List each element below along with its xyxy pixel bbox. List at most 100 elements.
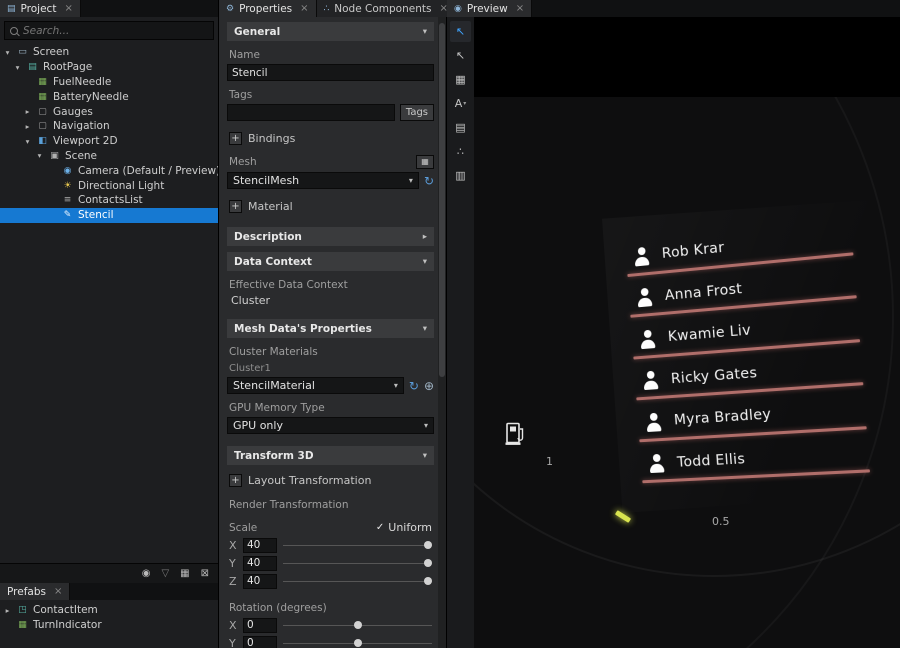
mesh-field[interactable]: StencilMesh ▾ bbox=[227, 172, 419, 189]
tree-item-viewport2d[interactable]: ▾ ◧ Viewport 2D bbox=[0, 134, 218, 149]
chevron-down-icon: ▾ bbox=[423, 257, 427, 267]
name-field[interactable] bbox=[227, 64, 434, 81]
text-tool-icon[interactable]: A▾ bbox=[450, 93, 471, 114]
section-transform-header[interactable]: Transform 3D ▾ bbox=[227, 446, 434, 465]
table-tool-icon[interactable]: ▦ bbox=[450, 69, 471, 90]
tree-item-directional-light[interactable]: ☀ Directional Light bbox=[0, 178, 218, 193]
section-description-header[interactable]: Description ▸ bbox=[227, 227, 434, 246]
slider-thumb[interactable] bbox=[424, 577, 432, 585]
material-reset-icon[interactable]: ↻ bbox=[409, 379, 419, 393]
prefab-item-contactitem[interactable]: ▸ ◳ ContactItem bbox=[0, 603, 218, 618]
table-glyph: ▦ bbox=[455, 73, 465, 86]
search-icon bbox=[10, 27, 18, 35]
section-mesh-data-header[interactable]: Mesh Data's Properties ▾ bbox=[227, 319, 434, 338]
add-binding-button[interactable]: + bbox=[229, 132, 242, 145]
close-icon[interactable]: × bbox=[64, 3, 72, 14]
close-icon[interactable]: × bbox=[54, 586, 62, 597]
scale-x-slider[interactable] bbox=[283, 539, 432, 552]
tree-item-label: Scene bbox=[65, 150, 97, 162]
rotation-y-slider[interactable] bbox=[283, 637, 432, 648]
contact-name: Anna Frost bbox=[664, 281, 742, 304]
gpu-memory-type-label: GPU Memory Type bbox=[229, 402, 432, 414]
tags-button[interactable]: Tags bbox=[400, 104, 434, 121]
uniform-checkbox[interactable]: ✓ Uniform bbox=[376, 521, 432, 534]
tree-item-label: Stencil bbox=[78, 209, 114, 221]
properties-scrollbar[interactable] bbox=[438, 17, 446, 648]
expand-arrow-icon[interactable]: ▾ bbox=[3, 48, 12, 57]
fuel-pump-icon bbox=[504, 421, 526, 449]
tree-item-batteryneedle[interactable]: ▦ BatteryNeedle bbox=[0, 89, 218, 104]
layers-tool-icon[interactable]: ▤ bbox=[450, 117, 471, 138]
prefab-item-label: ContactItem bbox=[33, 604, 98, 616]
tree-item-fuelneedle[interactable]: ▦ FuelNeedle bbox=[0, 75, 218, 90]
tree-item-label: RootPage bbox=[43, 61, 92, 73]
tags-field[interactable] bbox=[227, 104, 395, 121]
expand-arrow-icon[interactable]: ▸ bbox=[3, 606, 12, 615]
detach-icon[interactable]: ⊠ bbox=[201, 568, 209, 579]
search-input[interactable] bbox=[23, 25, 208, 37]
screen-icon: ▭ bbox=[16, 47, 29, 57]
tab-node-components[interactable]: ∴ Node Components × bbox=[317, 0, 456, 17]
select-tool-icon[interactable]: ↖ bbox=[450, 21, 471, 42]
scene-icon: ▣ bbox=[48, 151, 61, 161]
section-general-header[interactable]: General ▾ bbox=[227, 22, 434, 41]
tree-item-screen[interactable]: ▾ ▭ Screen bbox=[0, 45, 218, 60]
tab-properties[interactable]: ⚙ Properties × bbox=[219, 0, 317, 17]
tree-item-camera[interactable]: ◉ Camera (Default / Preview) bbox=[0, 163, 218, 178]
node-graph-tool-icon[interactable]: ∴ bbox=[450, 141, 471, 162]
move-tool-icon[interactable]: ↖ bbox=[450, 45, 471, 66]
filter-icon[interactable]: ▽ bbox=[161, 568, 169, 579]
scale-x-input[interactable] bbox=[243, 538, 277, 553]
slider-thumb[interactable] bbox=[424, 559, 432, 567]
tree-item-contactslist[interactable]: ≡ ContactsList bbox=[0, 193, 218, 208]
close-icon[interactable]: × bbox=[300, 3, 308, 14]
cluster-top-strip bbox=[474, 17, 900, 97]
tree-item-rootpage[interactable]: ▾ ▤ RootPage bbox=[0, 60, 218, 75]
rotation-y-input[interactable] bbox=[243, 636, 277, 648]
tree-item-stencil[interactable]: ✎ Stencil bbox=[0, 208, 218, 223]
tree-item-scene[interactable]: ▾ ▣ Scene bbox=[0, 149, 218, 164]
scale-z-slider[interactable] bbox=[283, 575, 432, 588]
stencil-material-field[interactable]: StencilMaterial ▾ bbox=[227, 377, 404, 394]
slider-thumb[interactable] bbox=[424, 541, 432, 549]
expand-arrow-icon[interactable]: ▾ bbox=[35, 151, 44, 160]
rotation-x-input[interactable] bbox=[243, 618, 277, 633]
slider-thumb[interactable] bbox=[354, 639, 362, 647]
tree-item-navigation[interactable]: ▸ ▢ Navigation bbox=[0, 119, 218, 134]
light-icon: ☀ bbox=[61, 181, 74, 191]
expand-arrow-icon[interactable]: ▾ bbox=[23, 137, 32, 146]
rotation-x-slider[interactable] bbox=[283, 619, 432, 632]
mesh-list-button[interactable]: ▦ bbox=[416, 155, 434, 169]
tree-item-gauges[interactable]: ▸ ▢ Gauges bbox=[0, 104, 218, 119]
close-icon[interactable]: × bbox=[516, 3, 524, 14]
add-material-button[interactable]: + bbox=[229, 200, 242, 213]
contact-name: Myra Bradley bbox=[673, 407, 771, 429]
add-layout-transformation-button[interactable]: + bbox=[229, 474, 242, 487]
slider-thumb[interactable] bbox=[354, 621, 362, 629]
tab-prefabs[interactable]: Prefabs × bbox=[0, 583, 70, 600]
columns-tool-icon[interactable]: ▥ bbox=[450, 165, 471, 186]
expand-arrow-icon[interactable]: ▾ bbox=[13, 63, 22, 72]
tree-item-label: Camera (Default / Preview) bbox=[78, 165, 218, 177]
prefab-item-turnindicator[interactable]: ▦ TurnIndicator bbox=[0, 618, 218, 633]
stencil-material-value: StencilMaterial bbox=[233, 379, 315, 392]
mesh-reset-icon[interactable]: ↻ bbox=[424, 174, 434, 188]
expand-arrow-icon[interactable]: ▸ bbox=[23, 122, 32, 131]
expand-arrow-icon[interactable]: ▸ bbox=[23, 107, 32, 116]
node-components-tab-icon: ∴ bbox=[324, 4, 330, 14]
scale-y-slider[interactable] bbox=[283, 557, 432, 570]
grid-view-icon[interactable]: ▦ bbox=[180, 568, 189, 579]
scale-z-input[interactable] bbox=[243, 574, 277, 589]
material-target-icon[interactable]: ⊕ bbox=[424, 379, 434, 393]
gpu-memory-type-field[interactable]: GPU only ▾ bbox=[227, 417, 434, 434]
mesh-label: Mesh bbox=[229, 156, 257, 168]
scrollbar-thumb[interactable] bbox=[439, 23, 445, 376]
needle-indicator bbox=[615, 510, 631, 523]
section-data-context-header[interactable]: Data Context ▾ bbox=[227, 252, 434, 271]
tab-preview[interactable]: ◉ Preview × bbox=[447, 0, 532, 17]
tab-project[interactable]: ▤ Project × bbox=[0, 0, 81, 17]
visibility-icon[interactable]: ◉ bbox=[142, 568, 151, 579]
chevron-down-icon: ▾ bbox=[423, 324, 427, 334]
scale-y-input[interactable] bbox=[243, 556, 277, 571]
preview-viewport[interactable]: Rob Krar Anna Frost Kwamie Liv Ricky Gat… bbox=[474, 17, 900, 648]
